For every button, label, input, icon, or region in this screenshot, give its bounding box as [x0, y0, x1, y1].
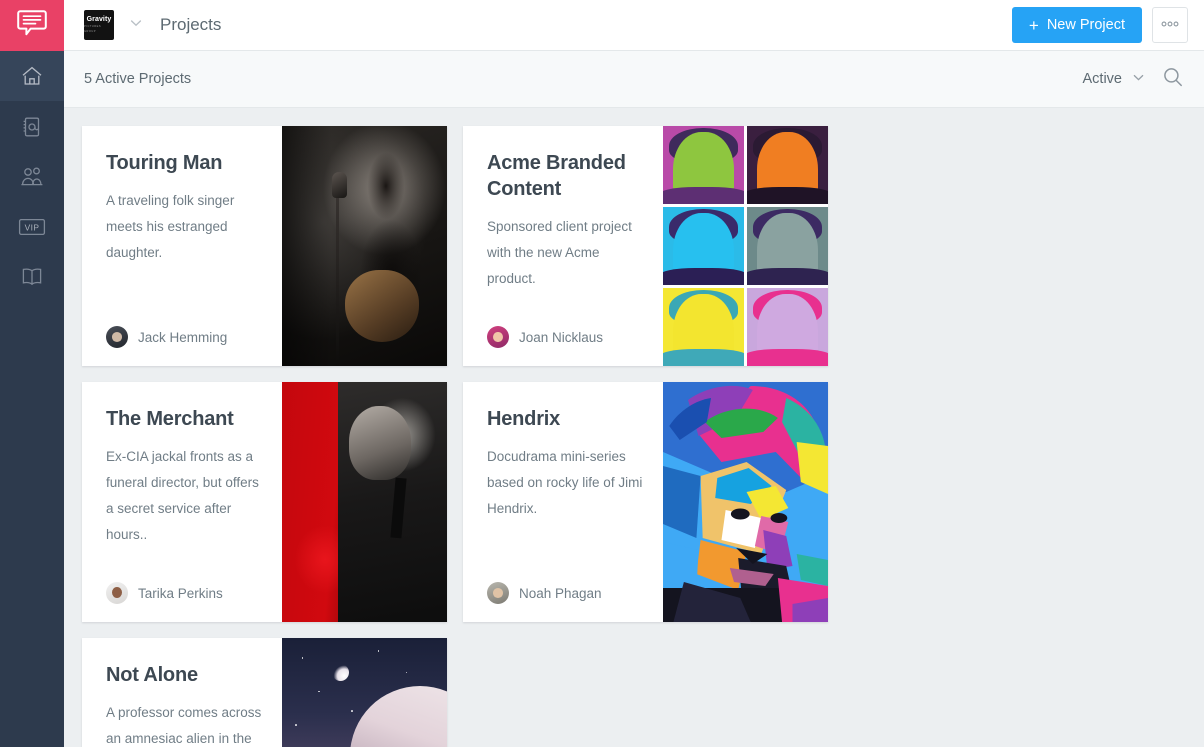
- avatar: [106, 582, 128, 604]
- project-thumbnail: [282, 382, 447, 622]
- sidebar-item-home[interactable]: [0, 51, 64, 101]
- project-author: Tarika Perkins: [106, 582, 266, 604]
- svg-text:VIP: VIP: [25, 223, 40, 233]
- sidebar: VIP: [0, 0, 64, 747]
- author-name: Joan Nicklaus: [519, 329, 604, 345]
- sub-header-bar: 5 Active Projects Active: [64, 51, 1204, 108]
- warhol-cell: [663, 126, 744, 204]
- project-author: Noah Phagan: [487, 582, 647, 604]
- project-description: Sponsored client project with the new Ac…: [487, 219, 632, 286]
- workspace-switcher-button[interactable]: [126, 15, 146, 35]
- project-thumbnail: [282, 638, 447, 747]
- projects-board: Touring Man A traveling folk singer meet…: [64, 108, 1204, 747]
- sub-header-actions: Active: [1083, 66, 1185, 93]
- book-icon: [20, 266, 44, 288]
- sidebar-item-library[interactable]: [0, 252, 64, 302]
- more-options-button[interactable]: [1152, 7, 1188, 43]
- people-icon: [19, 165, 45, 189]
- page-title: Projects: [160, 15, 222, 34]
- art-the-merchant: [282, 382, 447, 622]
- project-title: Hendrix: [487, 408, 561, 430]
- top-bar-actions: + New Project: [1011, 7, 1188, 43]
- warhol-cell: [663, 288, 744, 366]
- project-card[interactable]: Not Alone A professor comes across an am…: [82, 638, 447, 747]
- project-description: A professor comes across an amnesiac ali…: [106, 705, 262, 746]
- vip-icon: VIP: [17, 217, 47, 237]
- warhol-cell: [663, 207, 744, 285]
- project-description: A traveling folk singer meets his estran…: [106, 193, 235, 260]
- brand-logo[interactable]: [0, 0, 64, 51]
- app-root: VIP Gravity PICTURES GROUP Projects + Ne…: [0, 0, 1204, 747]
- avatar: [106, 326, 128, 348]
- search-button[interactable]: [1162, 66, 1184, 93]
- author-name: Jack Hemming: [138, 329, 228, 345]
- main-area: Gravity PICTURES GROUP Projects + New Pr…: [64, 0, 1204, 747]
- warhol-cell: [747, 126, 828, 204]
- project-card[interactable]: The Merchant Ex-CIA jackal fronts as a f…: [82, 382, 447, 622]
- project-author: Joan Nicklaus: [487, 326, 647, 348]
- project-card-body: Acme Branded Content Sponsored client pr…: [463, 126, 663, 366]
- project-thumbnail: [663, 126, 828, 366]
- projects-grid: Touring Man A traveling folk singer meet…: [82, 126, 1204, 747]
- warhol-cell: [747, 288, 828, 366]
- project-description: Docudrama mini-series based on rocky lif…: [487, 449, 643, 516]
- at-book-icon: [20, 115, 44, 139]
- project-card-body: Touring Man A traveling folk singer meet…: [82, 126, 282, 366]
- project-card-body: Hendrix Docudrama mini-series based on r…: [463, 382, 663, 622]
- active-projects-count: 5 Active Projects: [84, 71, 192, 87]
- project-thumbnail: [663, 382, 828, 622]
- art-warhol-grid: [663, 126, 828, 366]
- chat-bubble-logo-icon: [17, 9, 47, 42]
- home-icon: [20, 64, 44, 88]
- author-name: Tarika Perkins: [138, 585, 223, 601]
- art-not-alone: [282, 638, 447, 747]
- sidebar-item-people[interactable]: [0, 152, 64, 202]
- top-bar: Gravity PICTURES GROUP Projects + New Pr…: [64, 0, 1204, 51]
- project-card[interactable]: Touring Man A traveling folk singer meet…: [82, 126, 447, 366]
- project-card-body: The Merchant Ex-CIA jackal fronts as a f…: [82, 382, 282, 622]
- project-title: Not Alone: [106, 664, 198, 686]
- warhol-cell: [747, 207, 828, 285]
- project-title: Acme Branded Content: [487, 152, 626, 200]
- workspace-logo-text: Gravity: [86, 16, 112, 23]
- project-card-body: Not Alone A professor comes across an am…: [82, 638, 282, 747]
- workspace-logo[interactable]: Gravity PICTURES GROUP: [84, 10, 114, 40]
- project-author: Jack Hemming: [106, 326, 266, 348]
- plus-icon: +: [1028, 15, 1039, 35]
- status-filter-label: Active: [1082, 71, 1123, 87]
- avatar: [487, 582, 509, 604]
- chevron-down-icon: [128, 15, 144, 36]
- new-project-button[interactable]: + New Project: [1011, 7, 1142, 43]
- new-project-label: New Project: [1046, 17, 1125, 33]
- avatar: [487, 326, 509, 348]
- project-card[interactable]: Acme Branded Content Sponsored client pr…: [463, 126, 828, 366]
- search-icon: [1162, 66, 1184, 93]
- project-thumbnail: [282, 126, 447, 366]
- project-description: Ex-CIA jackal fronts as a funeral direct…: [106, 449, 259, 542]
- project-title: The Merchant: [106, 408, 234, 430]
- art-touring-man: [282, 126, 447, 366]
- project-card[interactable]: Hendrix Docudrama mini-series based on r…: [463, 382, 828, 622]
- status-filter-dropdown[interactable]: Active: [1083, 70, 1147, 89]
- author-name: Noah Phagan: [519, 585, 602, 601]
- sidebar-item-vip[interactable]: VIP: [0, 202, 64, 252]
- workspace-logo-subtext: PICTURES GROUP: [84, 25, 102, 33]
- chevron-down-icon: [1131, 70, 1146, 89]
- project-title: Touring Man: [106, 152, 223, 174]
- art-hendrix: [663, 382, 828, 622]
- more-horizontal-icon: [1159, 19, 1181, 31]
- sidebar-item-contacts[interactable]: [0, 102, 64, 152]
